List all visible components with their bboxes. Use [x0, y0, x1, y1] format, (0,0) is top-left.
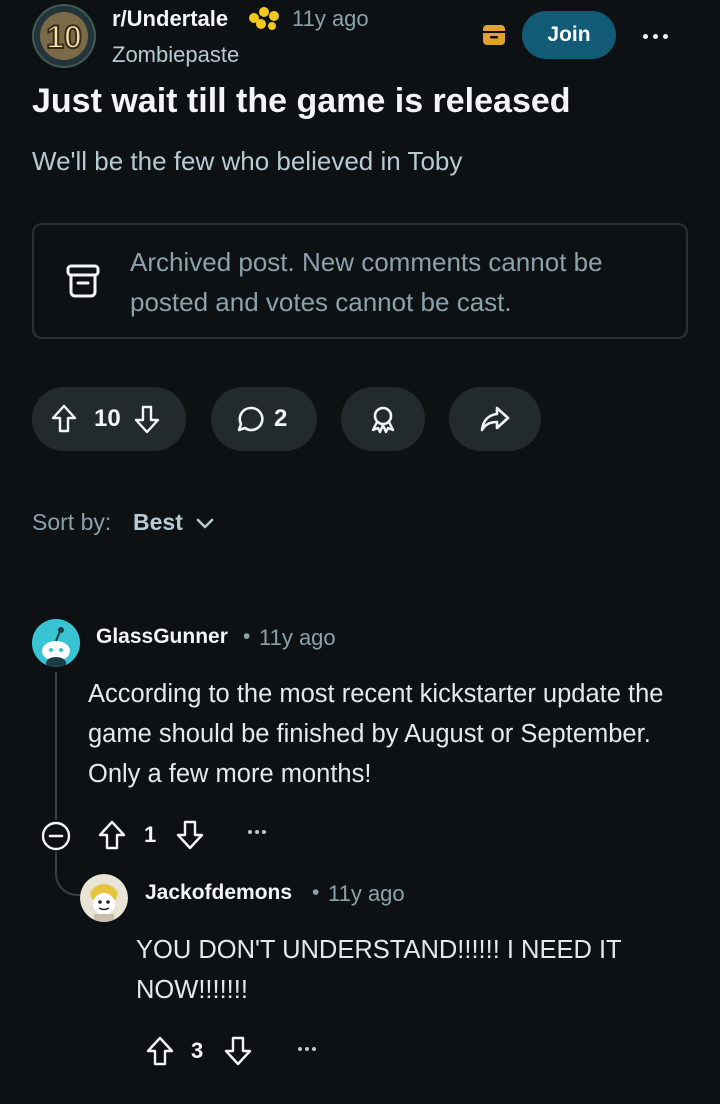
collapse-icon[interactable]: [40, 820, 72, 852]
post-vote-count: 10: [94, 405, 121, 432]
downvote-icon[interactable]: [174, 818, 206, 852]
award-icon: [368, 404, 398, 434]
separator-dot: •: [312, 881, 320, 904]
separator-dot: •: [243, 625, 251, 648]
more-icon: [298, 1047, 302, 1051]
archived-notice-text: Archived post. New comments cannot be po…: [130, 247, 603, 317]
sort-dropdown[interactable]: Best: [133, 509, 183, 536]
subreddit-name[interactable]: r/Undertale: [112, 6, 228, 32]
flair-icon: [244, 4, 286, 32]
more-icon: [642, 33, 648, 39]
more-icon-dot: [312, 1047, 316, 1051]
join-button[interactable]: Join: [522, 11, 616, 59]
post-body: We'll be the few who believed in Toby: [32, 146, 463, 176]
vote-bar: 10: [32, 387, 186, 451]
award-button[interactable]: [341, 387, 425, 451]
upvote-icon[interactable]: [144, 1034, 176, 1068]
sort-label: Sort by:: [32, 509, 112, 535]
comment-time: 11y ago: [328, 881, 405, 906]
more-icon: [248, 830, 252, 834]
more-options-button[interactable]: [632, 18, 678, 54]
upvote-icon[interactable]: [96, 818, 128, 852]
thread-line: [55, 672, 57, 820]
subreddit-badge-number: 10: [46, 19, 82, 55]
share-icon: [479, 405, 511, 433]
avatar[interactable]: [80, 874, 128, 922]
more-icon-dot: [262, 830, 266, 834]
post-author[interactable]: Zombiepaste: [112, 42, 239, 68]
avatar[interactable]: [32, 619, 80, 667]
more-icon-dot: [652, 33, 658, 39]
more-icon-dot: [662, 33, 668, 39]
comment-body: YOU DON'T UNDERSTAND!!!!!! I NEED IT NOW…: [136, 936, 622, 1004]
comment-username[interactable]: GlassGunner: [96, 625, 228, 649]
post-title: Just wait till the game is released: [32, 82, 571, 120]
downvote-icon[interactable]: [222, 1034, 254, 1068]
upvote-icon[interactable]: [50, 403, 78, 435]
comment-more-button[interactable]: [298, 1047, 316, 1051]
archive-icon: [480, 22, 508, 48]
share-button[interactable]: [449, 387, 541, 451]
comment-time: 11y ago: [259, 625, 336, 650]
subreddit-avatar[interactable]: 10: [32, 4, 96, 68]
comment-username[interactable]: Jackofdemons: [145, 881, 292, 905]
comment-vote-count: 1: [144, 822, 157, 847]
comment-body: According to the most recent kickstarter…: [88, 680, 664, 788]
post-time: 11y ago: [292, 6, 369, 31]
comments-button[interactable]: 2: [211, 387, 317, 451]
chevron-down-icon[interactable]: [194, 512, 216, 534]
downvote-icon[interactable]: [133, 403, 161, 435]
comment-count: 2: [274, 405, 288, 432]
comment-vote-count: 3: [191, 1038, 204, 1063]
more-icon-dot: [305, 1047, 309, 1051]
more-icon-dot: [255, 830, 259, 834]
archive-box-icon: [64, 262, 104, 300]
comment-more-button[interactable]: [248, 830, 266, 834]
comment-icon: [236, 404, 266, 434]
